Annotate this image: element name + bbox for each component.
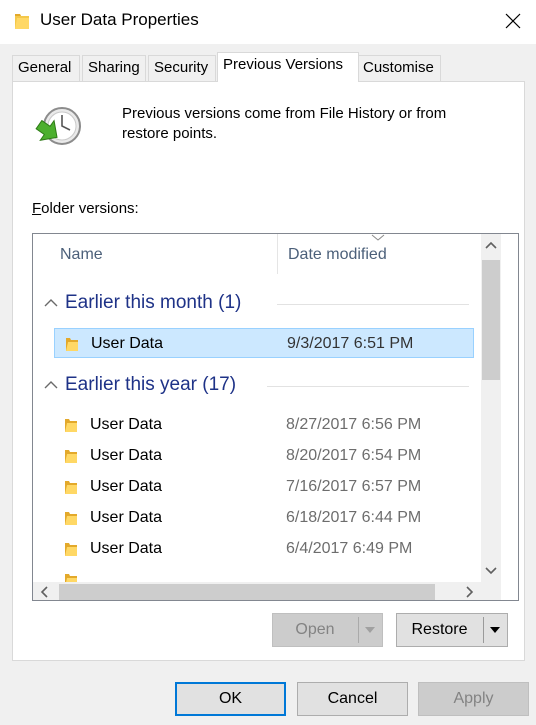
column-date-modified[interactable]: Date modified: [288, 246, 387, 264]
info-text: Previous versions come from File History…: [122, 105, 447, 142]
vertical-scroll-thumb[interactable]: [482, 260, 500, 380]
scroll-left-button[interactable]: [33, 582, 57, 600]
window-title: User Data Properties: [40, 10, 199, 29]
item-name: User Data: [90, 540, 163, 557]
tab-security[interactable]: Security: [148, 55, 216, 81]
close-icon: [505, 13, 521, 29]
dropdown-arrow-icon[interactable]: [488, 626, 502, 634]
list-item[interactable]: User Data 6/4/2017 6:49 PM: [54, 534, 474, 564]
folder-icon: [65, 481, 77, 494]
folder-versions-label: Folder versions:: [32, 200, 139, 217]
dropdown-arrow-icon[interactable]: [363, 626, 377, 634]
folder-icon: [65, 450, 77, 463]
column-header: Name Date modified: [33, 234, 481, 274]
versions-list[interactable]: Name Date modified Earlier this month (1…: [32, 233, 519, 601]
item-name: User Data: [91, 335, 164, 352]
folder-icon: [65, 419, 77, 432]
chevron-right-icon: [466, 586, 474, 598]
vertical-scrollbar[interactable]: [481, 234, 501, 582]
item-name: User Data: [90, 447, 163, 464]
group-divider: [267, 386, 469, 387]
sort-down-icon: [371, 234, 385, 241]
item-date: 6/4/2017 6:49 PM: [286, 540, 413, 557]
list-item[interactable]: User Data 6/18/2017 6:44 PM: [54, 503, 474, 533]
horizontal-scrollbar[interactable]: [33, 582, 481, 600]
folder-icon: [66, 338, 78, 351]
folder-icon: [65, 543, 77, 556]
scroll-right-button[interactable]: [457, 582, 481, 600]
chevron-left-icon: [40, 586, 48, 598]
item-date: 6/18/2017 6:44 PM: [286, 509, 422, 526]
horizontal-scroll-thumb[interactable]: [59, 584, 435, 600]
folder-icon: [14, 11, 30, 31]
close-button[interactable]: [490, 0, 536, 44]
item-name: User Data: [90, 509, 163, 526]
group-label: Earlier this year (17): [65, 374, 237, 395]
tab-previous-versions[interactable]: Previous Versions: [217, 52, 359, 82]
item-date: 9/3/2017 6:51 PM: [287, 335, 414, 352]
column-separator[interactable]: [277, 234, 278, 274]
tab-panel: Previous versions come from File History…: [12, 81, 525, 661]
folder-versions-label-text: older versions:: [41, 200, 139, 217]
list-item[interactable]: User Data 8/20/2017 6:54 PM: [54, 441, 474, 471]
tab-sharing[interactable]: Sharing: [82, 55, 146, 81]
column-name[interactable]: Name: [60, 246, 103, 264]
restore-button-label: Restore: [411, 621, 468, 638]
folder-versions-accel: F: [32, 200, 42, 217]
chevron-down-icon: [485, 567, 497, 575]
scroll-up-button[interactable]: [481, 234, 501, 258]
ok-button[interactable]: OK: [175, 682, 286, 716]
cancel-button[interactable]: Cancel: [297, 682, 408, 716]
scrollbar-corner: [481, 582, 501, 600]
open-button-label: Open: [295, 621, 335, 638]
tab-general[interactable]: General: [12, 55, 80, 81]
open-button[interactable]: Open: [272, 613, 383, 647]
chevron-up-icon: [44, 381, 58, 389]
list-item[interactable]: User Data 9/3/2017 6:51 PM: [54, 328, 474, 358]
group-header[interactable]: Earlier this year (17): [33, 371, 481, 401]
history-clock-icon: [33, 102, 83, 152]
item-date: 8/27/2017 6:56 PM: [286, 416, 422, 433]
group-divider: [277, 304, 469, 305]
split-divider: [483, 617, 484, 643]
group-header[interactable]: Earlier this month (1): [33, 289, 481, 319]
list-item[interactable]: User Data 7/16/2017 6:57 PM: [54, 472, 474, 502]
tab-customise[interactable]: Customise: [357, 55, 441, 81]
item-name: User Data: [90, 416, 163, 433]
group-label: Earlier this month (1): [65, 292, 242, 313]
restore-button[interactable]: Restore: [396, 613, 508, 647]
apply-button[interactable]: Apply: [418, 682, 529, 716]
chevron-up-icon: [44, 299, 58, 307]
list-item[interactable]: User Data 8/27/2017 6:56 PM: [54, 410, 474, 440]
folder-icon: [65, 512, 77, 525]
item-name: User Data: [90, 478, 163, 495]
title-bar: User Data Properties: [0, 0, 536, 44]
item-date: 7/16/2017 6:57 PM: [286, 478, 422, 495]
scroll-down-button[interactable]: [481, 558, 501, 582]
item-date: 8/20/2017 6:54 PM: [286, 447, 422, 464]
chevron-up-icon: [485, 241, 497, 249]
split-divider: [358, 617, 359, 643]
